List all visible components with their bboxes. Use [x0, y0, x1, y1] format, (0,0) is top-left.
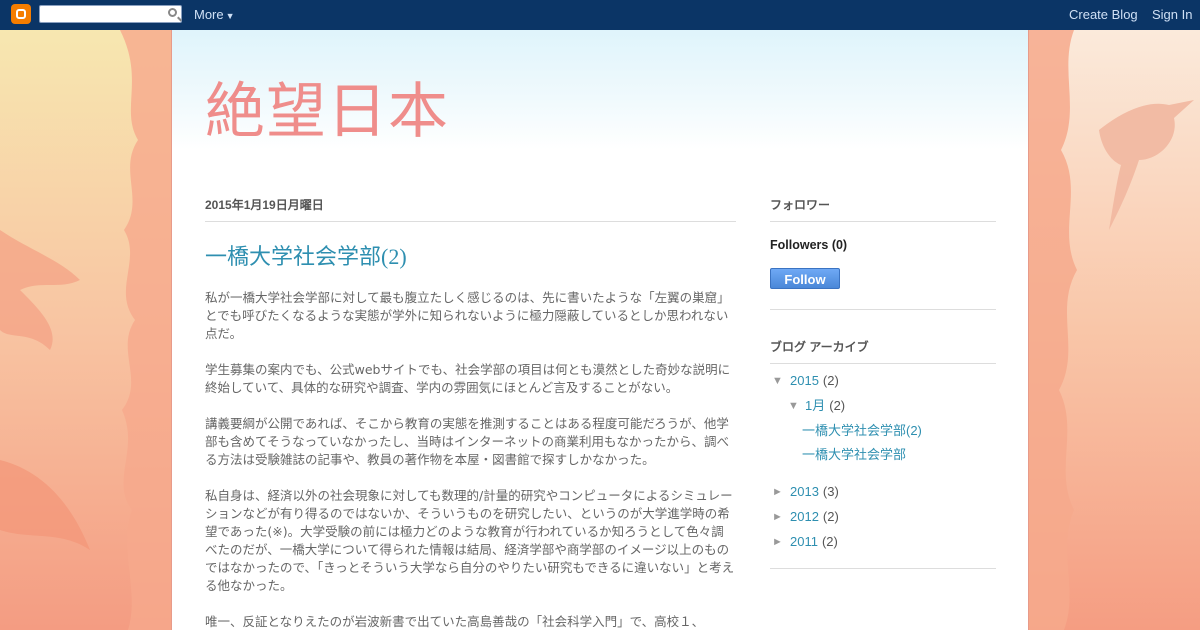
- archive-post-item: 一橋大学社会学部: [770, 446, 996, 483]
- archive-post-link[interactable]: 一橋大学社会学部: [802, 446, 906, 464]
- more-label: More: [194, 7, 224, 22]
- archive-count: (2): [822, 373, 839, 388]
- archive-month-201501: ▼ 1月 (2): [770, 397, 996, 422]
- archive-year-link[interactable]: 2012: [790, 509, 819, 524]
- chevron-right-icon[interactable]: ►: [772, 508, 783, 526]
- archive-month-link[interactable]: 1月: [805, 398, 825, 413]
- archive-count: (3): [822, 484, 839, 499]
- archive-year-link[interactable]: 2011: [790, 534, 818, 549]
- blogger-logo-icon[interactable]: [11, 4, 31, 24]
- archive-list: ▼ 2015 (2) ▼ 1月 (2) 一橋大学社会学部(2) 一橋大学社会学部 ►…: [770, 372, 996, 569]
- post-paragraph: 私自身は、経済以外の社会現象に対しても数理的/計量的研究やコンピュータによるシミ…: [205, 488, 735, 593]
- widget-divider: [770, 309, 996, 310]
- hummingbird-decoration: [1029, 30, 1200, 630]
- post-date: 2015年1月19日月曜日: [205, 196, 736, 222]
- tree-silhouette-decoration: [0, 30, 171, 630]
- post-body: 私が一橋大学社会学部に対して最も腹立たしく感じるのは、先に書いたような「左翼の巣…: [205, 289, 736, 630]
- search-icon[interactable]: [168, 8, 177, 17]
- create-blog-link[interactable]: Create Blog: [1069, 7, 1138, 22]
- archive-year-link[interactable]: 2013: [790, 484, 819, 499]
- post-title[interactable]: 一橋大学社会学部(2): [205, 239, 736, 271]
- archive-post-item: 一橋大学社会学部(2): [770, 422, 996, 446]
- chevron-down-icon[interactable]: ▼: [772, 372, 783, 390]
- search-input[interactable]: [39, 5, 182, 23]
- archive-post-link[interactable]: 一橋大学社会学部(2): [802, 422, 922, 440]
- archive-year-2011: ► 2011 (2): [770, 533, 996, 558]
- more-menu[interactable]: More ▼: [194, 7, 235, 22]
- post-paragraph: 唯一、反証となりえたのが岩波新書で出ていた高島善哉の「社会科学入門」で、高校１、: [205, 614, 705, 629]
- archive-year-2013: ► 2013 (3): [770, 483, 996, 508]
- blog-title[interactable]: 絶望日本: [205, 82, 449, 142]
- follow-button[interactable]: Follow: [770, 268, 840, 289]
- followers-widget-title: フォロワー: [770, 196, 996, 222]
- chevron-right-icon[interactable]: ►: [772, 533, 783, 551]
- archive-widget-title: ブログ アーカイブ: [770, 338, 996, 364]
- widget-divider: [770, 568, 996, 569]
- main-column: 2015年1月19日月曜日 一橋大学社会学部(2) 私が一橋大学社会学部に対して…: [205, 196, 736, 630]
- blogger-navbar: More ▼ Create Blog Sign In: [0, 0, 1200, 30]
- sidebar: フォロワー Followers (0) Follow ブログ アーカイブ ▼ 2…: [770, 196, 996, 569]
- chevron-right-icon[interactable]: ►: [772, 483, 783, 501]
- blog-page: 絶望日本 2015年1月19日月曜日 一橋大学社会学部(2) 私が一橋大学社会学…: [171, 30, 1029, 630]
- post-paragraph: 講義要綱が公開であれば、そこから教育の実態を推測することはある程度可能だろうが、…: [205, 416, 730, 467]
- chevron-down-icon[interactable]: ▼: [788, 397, 799, 415]
- followers-count: Followers (0): [770, 238, 848, 252]
- chevron-down-icon: ▼: [225, 11, 235, 21]
- post-paragraph: 私が一橋大学社会学部に対して最も腹立たしく感じるのは、先に書いたような「左翼の巣…: [205, 290, 730, 341]
- archive-count: (2): [821, 534, 838, 549]
- archive-count: (2): [822, 509, 839, 524]
- archive-year-2012: ► 2012 (2): [770, 508, 996, 533]
- archive-year-link[interactable]: 2015: [790, 373, 819, 388]
- post-paragraph: 学生募集の案内でも、公式webサイトでも、社会学部の項目は何とも漠然とした奇妙な…: [205, 362, 731, 395]
- archive-year-2015: ▼ 2015 (2): [770, 372, 996, 397]
- sign-in-link[interactable]: Sign In: [1152, 7, 1192, 22]
- archive-count: (2): [829, 398, 846, 413]
